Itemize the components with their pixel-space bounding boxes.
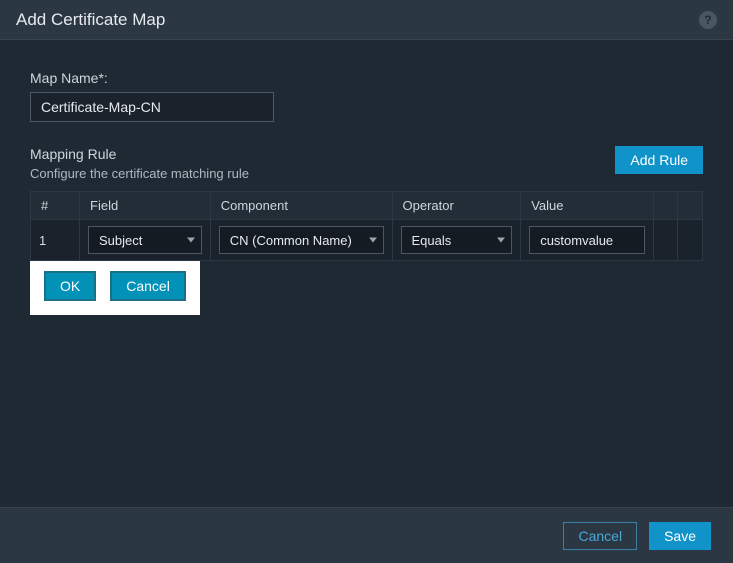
field-select[interactable]: Subject — [88, 226, 202, 254]
mapping-rule-title: Mapping Rule — [30, 146, 615, 162]
mapping-rule-subtitle: Configure the certificate matching rule — [30, 162, 615, 181]
value-input[interactable] — [529, 226, 645, 254]
col-value: Value — [521, 192, 654, 220]
dialog-footer: Cancel Save — [0, 507, 733, 563]
chevron-down-icon — [187, 238, 195, 243]
component-select-value: CN (Common Name) — [230, 233, 352, 248]
col-operator: Operator — [392, 192, 521, 220]
operator-select[interactable]: Equals — [401, 226, 513, 254]
map-name-input[interactable] — [30, 92, 274, 122]
chevron-down-icon — [369, 238, 377, 243]
help-icon[interactable]: ? — [699, 11, 717, 29]
col-num: # — [31, 192, 80, 220]
chevron-down-icon — [497, 238, 505, 243]
field-select-value: Subject — [99, 233, 142, 248]
row-action-bar: OK Cancel — [30, 261, 200, 315]
ok-button[interactable]: OK — [44, 271, 96, 301]
dialog-title: Add Certificate Map — [16, 10, 699, 30]
row-action-cell-1 — [653, 220, 678, 261]
table-row: 1 Subject CN (Common Name) Equals — [31, 220, 703, 261]
add-rule-button[interactable]: Add Rule — [615, 146, 703, 174]
col-component: Component — [210, 192, 392, 220]
row-cancel-button[interactable]: Cancel — [110, 271, 186, 301]
operator-select-value: Equals — [412, 233, 452, 248]
map-name-label: Map Name*: — [30, 70, 703, 92]
component-select[interactable]: CN (Common Name) — [219, 226, 384, 254]
cancel-button[interactable]: Cancel — [563, 522, 637, 550]
dialog-body: Map Name*: Mapping Rule Configure the ce… — [0, 40, 733, 315]
col-field: Field — [80, 192, 211, 220]
mapping-rule-grid: # Field Component Operator Value 1 Subje… — [30, 191, 703, 261]
col-action-2 — [678, 192, 703, 220]
row-number: 1 — [31, 220, 80, 261]
row-action-cell-2 — [678, 220, 703, 261]
dialog-header: Add Certificate Map ? — [0, 0, 733, 40]
save-button[interactable]: Save — [649, 522, 711, 550]
col-action-1 — [653, 192, 678, 220]
